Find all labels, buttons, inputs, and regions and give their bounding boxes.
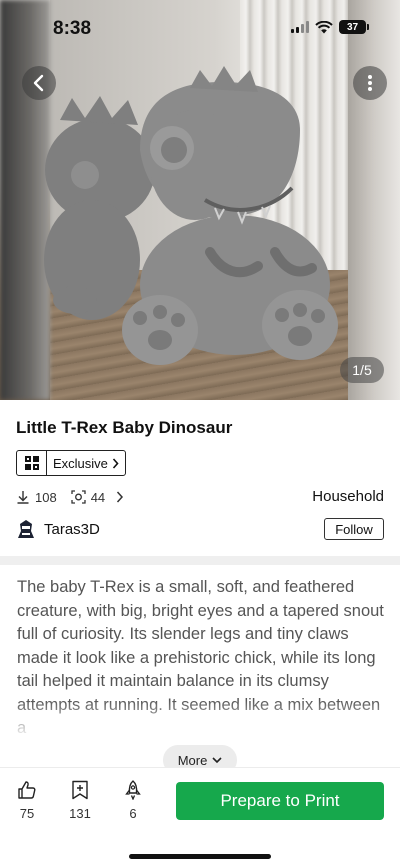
home-indicator [129, 854, 271, 859]
author-row: Taras3D Follow [16, 517, 384, 541]
bottom-action-bar: 75 131 6 Prepare to Print [0, 767, 400, 867]
image-counter: 1/5 [340, 357, 384, 383]
print-count: 44 [90, 489, 106, 505]
trex-figure [44, 66, 338, 365]
section-divider [0, 556, 400, 565]
status-time: 8:38 [53, 18, 92, 39]
author-avatar[interactable] [16, 519, 36, 539]
chevron-right-icon [112, 457, 119, 469]
follow-button[interactable]: Follow [324, 518, 384, 540]
collect-icon [72, 780, 88, 800]
model-title: Little T-Rex Baby Dinosaur [16, 418, 233, 437]
back-button[interactable] [22, 66, 56, 100]
brand-logo-icon [17, 451, 47, 475]
thumbs-up-icon [18, 781, 36, 799]
signal-icon [291, 21, 309, 33]
more-options-button[interactable] [353, 66, 387, 100]
download-stat: 108 [16, 490, 57, 505]
boost-count: 6 [129, 806, 137, 821]
download-count: 108 [35, 489, 57, 505]
print-stat[interactable]: 44 [71, 490, 124, 505]
status-icons: 37 [291, 20, 369, 34]
battery-icon: 37 [339, 20, 369, 34]
more-label: More [177, 752, 208, 768]
collect-button[interactable]: 131 [60, 780, 100, 821]
category-label[interactable]: Household [312, 488, 384, 505]
prepare-to-print-button[interactable]: Prepare to Print [176, 782, 384, 820]
exclusive-badge[interactable]: Exclusive [16, 450, 126, 476]
wifi-icon [315, 20, 333, 33]
chevron-right-icon [117, 491, 124, 503]
description-fade [0, 700, 400, 744]
stats-row: 108 44 Household [16, 487, 384, 507]
download-icon [17, 491, 29, 504]
back-arrow-icon [33, 74, 44, 92]
rocket-icon [125, 780, 141, 800]
status-bar: 8:38 37 [0, 0, 400, 56]
more-vertical-icon [368, 75, 372, 91]
like-button[interactable]: 75 [7, 780, 47, 821]
chevron-down-icon [212, 756, 222, 763]
like-count: 75 [19, 806, 35, 821]
author-name[interactable]: Taras3D [44, 521, 100, 538]
print-count-icon [71, 490, 86, 504]
collect-count: 131 [69, 806, 91, 821]
boost-button[interactable]: 6 [113, 780, 153, 821]
model-image[interactable]: 8:38 37 1/5 [0, 0, 400, 400]
exclusive-label: Exclusive [53, 455, 108, 471]
